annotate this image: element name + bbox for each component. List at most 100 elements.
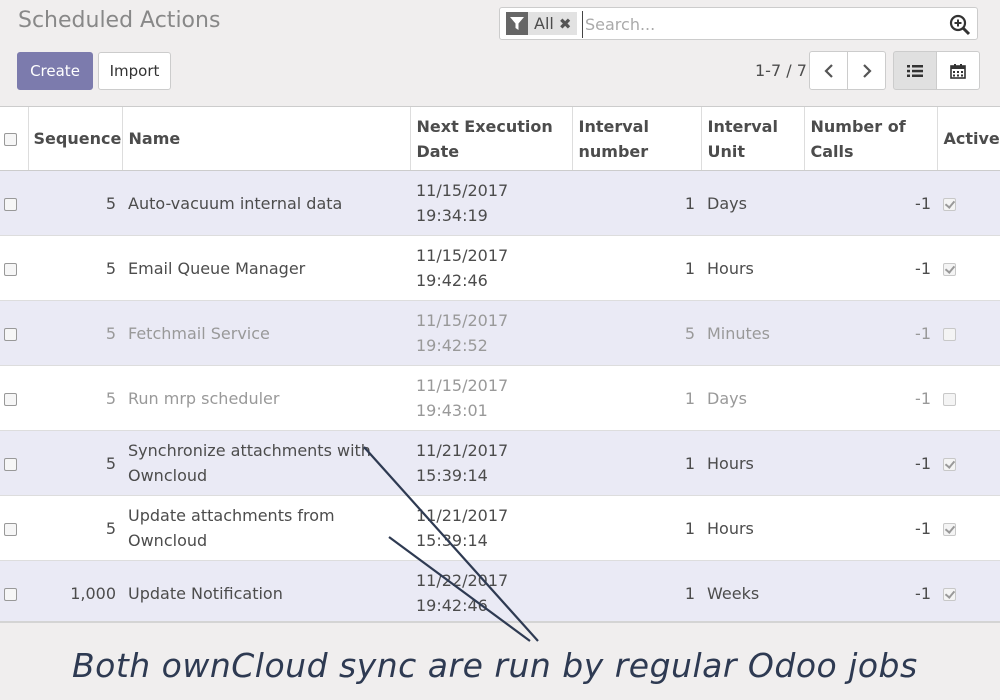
cell-number-of-calls: -1 <box>804 560 937 621</box>
table-row[interactable]: 5 Run mrp scheduler 11/15/2017 19:43:01 1… <box>0 365 1000 431</box>
active-checkbox <box>943 197 956 211</box>
cell-interval-number: 1 <box>572 365 701 431</box>
table-row[interactable]: 5 Synchronize attachments with Owncloud … <box>0 430 1000 496</box>
column-header-sequence[interactable]: Sequence <box>27 107 122 171</box>
cell-active <box>937 365 1000 431</box>
search-facet[interactable]: All ✖ <box>506 12 578 35</box>
chevron-right-icon <box>862 63 872 78</box>
column-header-number-of-calls[interactable]: Number of Calls <box>803 107 937 171</box>
annotation-caption: Both ownCloud sync are run by regular Od… <box>72 646 918 685</box>
table-header-row: Sequence Name Next Execution Date Interva… <box>0 107 1000 171</box>
facet-label: All <box>534 14 554 33</box>
cell-name: Synchronize attachments with Owncloud <box>122 430 410 496</box>
search-input[interactable] <box>582 11 927 38</box>
cell-name: Email Queue Manager <box>122 235 410 301</box>
chevron-left-icon <box>823 63 833 78</box>
cell-number-of-calls: -1 <box>804 495 937 561</box>
list-icon <box>907 64 923 77</box>
column-header-next-execution-date[interactable]: Next Execution Date <box>409 107 572 171</box>
cell-number-of-calls: -1 <box>804 365 937 431</box>
select-all-checkbox[interactable] <box>4 133 17 146</box>
column-header-interval-unit[interactable]: Interval Unit <box>700 107 804 171</box>
search-icon[interactable] <box>949 14 971 36</box>
scheduled-actions-table: Sequence Name Next Execution Date Interva… <box>0 106 1000 623</box>
column-header-interval-number[interactable]: Interval number <box>571 107 701 171</box>
cell-name: Fetchmail Service <box>122 300 410 366</box>
row-checkbox[interactable] <box>4 197 17 211</box>
column-header-active[interactable]: Active <box>936 107 1000 171</box>
pager-next-button[interactable] <box>847 51 886 90</box>
cell-number-of-calls: -1 <box>804 300 937 366</box>
import-button[interactable]: Import <box>98 52 171 90</box>
search-bar: All ✖ <box>499 7 978 40</box>
calendar-icon <box>950 63 966 79</box>
cell-next-execution-date: 11/15/2017 19:34:19 <box>410 170 572 236</box>
cell-sequence: 5 <box>28 365 122 431</box>
cell-next-execution-date: 11/15/2017 19:42:52 <box>410 300 572 366</box>
column-header-name[interactable]: Name <box>121 107 410 171</box>
active-checkbox <box>943 262 956 276</box>
cell-sequence: 5 <box>28 300 122 366</box>
calendar-view-button[interactable] <box>936 51 980 90</box>
cell-next-execution-date: 11/21/2017 15:39:14 <box>410 495 572 561</box>
row-checkbox[interactable] <box>4 262 17 276</box>
cell-sequence: 5 <box>28 430 122 496</box>
cell-name: Update Notification <box>122 560 410 621</box>
active-checkbox <box>943 392 956 406</box>
cell-active <box>937 560 1000 621</box>
row-checkbox[interactable] <box>4 457 17 471</box>
cell-interval-unit: Hours <box>701 430 804 496</box>
create-button[interactable]: Create <box>17 52 93 90</box>
cell-interval-number: 1 <box>572 560 701 621</box>
cell-next-execution-date: 11/15/2017 19:43:01 <box>410 365 572 431</box>
cell-interval-unit: Days <box>701 365 804 431</box>
table-row[interactable]: 1,000 Update Notification 11/22/2017 19:4… <box>0 560 1000 621</box>
cell-active <box>937 235 1000 301</box>
cell-interval-number: 1 <box>572 170 701 236</box>
cell-number-of-calls: -1 <box>804 170 937 236</box>
cell-next-execution-date: 11/21/2017 15:39:14 <box>410 430 572 496</box>
cell-active <box>937 430 1000 496</box>
cell-interval-unit: Hours <box>701 235 804 301</box>
row-checkbox[interactable] <box>4 327 17 341</box>
cell-next-execution-date: 11/22/2017 19:42:46 <box>410 560 572 621</box>
table-row[interactable]: 5 Fetchmail Service 11/15/2017 19:42:52 5… <box>0 300 1000 366</box>
row-checkbox[interactable] <box>4 587 17 601</box>
row-checkbox[interactable] <box>4 522 17 536</box>
cell-interval-number: 5 <box>572 300 701 366</box>
cell-interval-unit: Minutes <box>701 300 804 366</box>
cell-sequence: 5 <box>28 170 122 236</box>
row-checkbox[interactable] <box>4 392 17 406</box>
active-checkbox <box>943 522 956 536</box>
cell-sequence: 5 <box>28 495 122 561</box>
cell-interval-unit: Weeks <box>701 560 804 621</box>
table-row[interactable]: 5 Email Queue Manager 11/15/2017 19:42:46… <box>0 235 1000 301</box>
remove-facet-icon[interactable]: ✖ <box>559 15 572 33</box>
active-checkbox <box>943 327 956 341</box>
cell-interval-number: 1 <box>572 235 701 301</box>
list-view-button[interactable] <box>893 51 937 90</box>
cell-active <box>937 300 1000 366</box>
cell-name: Run mrp scheduler <box>122 365 410 431</box>
cell-active <box>937 495 1000 561</box>
cell-number-of-calls: -1 <box>804 430 937 496</box>
cell-active <box>937 170 1000 236</box>
cell-interval-number: 1 <box>572 430 701 496</box>
pager-previous-button[interactable] <box>809 51 848 90</box>
cell-interval-number: 1 <box>572 495 701 561</box>
select-all-header <box>0 107 28 171</box>
cell-name: Auto-vacuum internal data <box>122 170 410 236</box>
filter-icon <box>506 12 528 35</box>
table-row[interactable]: 5 Update attachments from Owncloud 11/21… <box>0 495 1000 561</box>
active-checkbox <box>943 587 956 601</box>
pager-value[interactable]: 1-7 / 7 <box>755 61 807 80</box>
cell-interval-unit: Days <box>701 170 804 236</box>
active-checkbox <box>943 457 956 471</box>
cell-name: Update attachments from Owncloud <box>122 495 410 561</box>
page-title: Scheduled Actions <box>18 8 221 33</box>
cell-number-of-calls: -1 <box>804 235 937 301</box>
cell-sequence: 1,000 <box>28 560 122 621</box>
cell-interval-unit: Hours <box>701 495 804 561</box>
cell-sequence: 5 <box>28 235 122 301</box>
table-row[interactable]: 5 Auto-vacuum internal data 11/15/2017 19… <box>0 170 1000 236</box>
